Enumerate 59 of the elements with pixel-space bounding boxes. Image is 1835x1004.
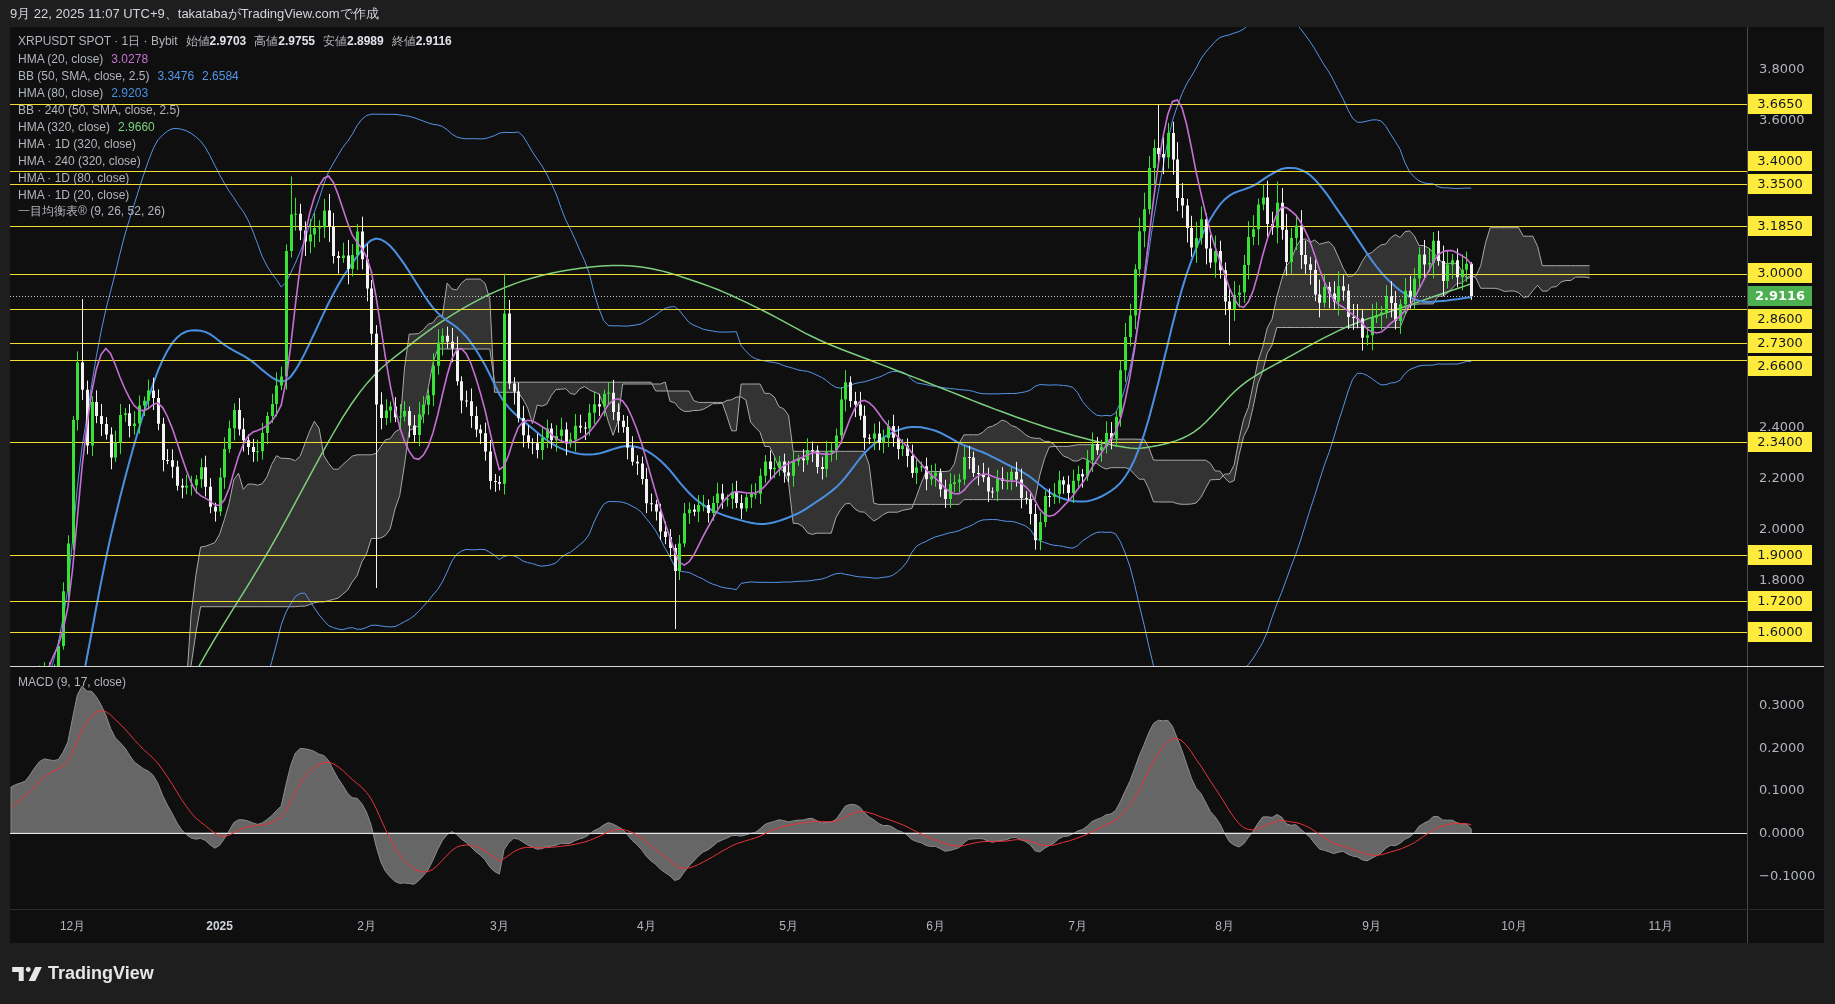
indicator-name: HMA · 1D (20, close) bbox=[18, 187, 130, 202]
price-level-label: 3.0000 bbox=[1748, 263, 1812, 284]
price-level-label: 3.3500 bbox=[1748, 174, 1812, 195]
price-level-label: 1.6000 bbox=[1748, 621, 1812, 642]
price-level-label: 3.6650 bbox=[1748, 93, 1812, 114]
ohlc-value: 安値2.8989 bbox=[323, 33, 384, 50]
indicator-name: BB (50, SMA, close, 2.5) bbox=[18, 68, 150, 83]
price-level-label: 2.6600 bbox=[1748, 355, 1812, 376]
price-level-label: 3.1850 bbox=[1748, 216, 1812, 237]
logo-icon[interactable] bbox=[12, 966, 42, 981]
indicator-value: 2.6584 bbox=[202, 68, 239, 83]
price-scale-label: 2.2000 bbox=[1759, 473, 1805, 484]
time-axis-label: 12月 bbox=[59, 918, 86, 935]
chart-caption: 9月 22, 2025 11:07 UTC+9、takatabaがTradingView.comで作成 bbox=[10, 4, 379, 23]
indicator-name: HMA · 1D (80, close) bbox=[18, 170, 130, 185]
indicator-name: HMA · 240 (320, close) bbox=[18, 153, 141, 168]
indicator-name: HMA (80, close) bbox=[18, 85, 104, 100]
time-axis-label: 2025 bbox=[206, 918, 233, 935]
ohlc-value: 始値2.9703 bbox=[185, 33, 247, 50]
brand-name[interactable]: TradingView bbox=[48, 963, 154, 984]
symbol-title: XRPUSDT SPOT · 1日 · Bybit bbox=[18, 33, 178, 50]
indicator-name: BB · 240 (50, SMA, close, 2.5) bbox=[18, 102, 181, 117]
price-level-label: 1.9000 bbox=[1748, 544, 1812, 565]
time-axis-label: 9月 bbox=[1362, 918, 1381, 935]
ohlc-value: 終値2.9116 bbox=[391, 33, 452, 50]
time-axis-label: 5月 bbox=[779, 918, 798, 935]
price-level-label: 1.7200 bbox=[1748, 590, 1812, 611]
macd-scale-label: 0.1000 bbox=[1759, 785, 1805, 796]
indicator-value: 3.3476 bbox=[157, 68, 195, 83]
price-scale-label: 1.8000 bbox=[1759, 575, 1805, 586]
indicator-name: HMA (20, close) bbox=[18, 51, 104, 66]
indicator-value: 3.0278 bbox=[111, 51, 149, 66]
macd-scale-label: −0.1000 bbox=[1759, 870, 1816, 881]
time-axis-label: 8月 bbox=[1215, 918, 1235, 935]
price-scale-label: 3.6000 bbox=[1759, 115, 1805, 126]
indicator-name: MACD (9, 17, close) bbox=[18, 675, 127, 689]
ohlc-value: 高値2.9755 bbox=[254, 33, 315, 50]
price-level-label: 2.8600 bbox=[1748, 309, 1812, 330]
last-price-label: 2.9116 bbox=[1748, 286, 1812, 307]
indicator-name: HMA · 1D (320, close) bbox=[18, 136, 137, 151]
macd-scale-label: 0.3000 bbox=[1759, 699, 1805, 710]
time-axis-label: 11月 bbox=[1648, 918, 1674, 935]
price-scale-label: 2.4000 bbox=[1759, 422, 1805, 432]
price-level-label: 2.3400 bbox=[1748, 432, 1812, 453]
macd-scale-label: 0.0000 bbox=[1759, 828, 1805, 838]
indicator-value: 2.9203 bbox=[111, 85, 149, 100]
indicator-value: 2.9660 bbox=[118, 119, 155, 134]
time-axis-label: 10月 bbox=[1501, 918, 1527, 935]
time-axis-label: 2月 bbox=[357, 918, 376, 935]
time-axis-label: 7月 bbox=[1068, 918, 1088, 935]
time-axis-label: 6月 bbox=[926, 918, 945, 935]
time-axis-label: 4月 bbox=[636, 918, 656, 935]
time-axis-label: 3月 bbox=[489, 918, 509, 935]
price-scale-label: 2.0000 bbox=[1759, 524, 1805, 535]
price-level-label: 3.4000 bbox=[1748, 151, 1812, 172]
indicator-name: HMA (320, close) bbox=[18, 119, 111, 134]
price-level-label: 2.7300 bbox=[1748, 332, 1812, 353]
macd-scale-label: 0.2000 bbox=[1759, 742, 1805, 753]
price-scale-label: 3.8000 bbox=[1759, 64, 1805, 74]
